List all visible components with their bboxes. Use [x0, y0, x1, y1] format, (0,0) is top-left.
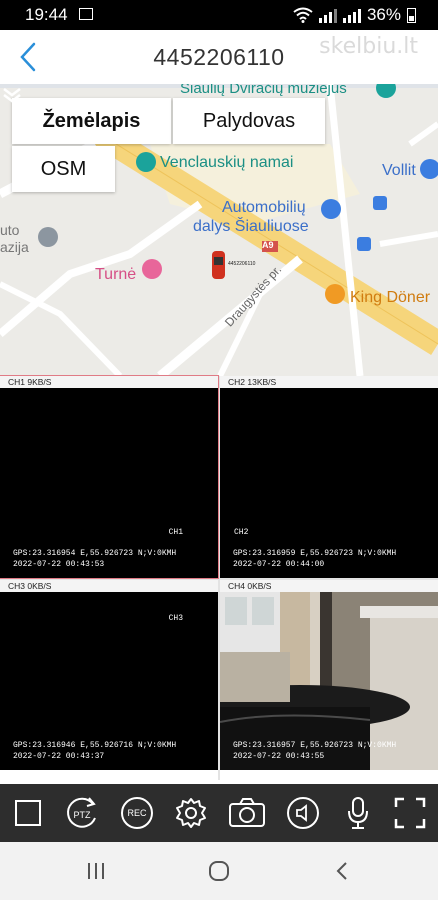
channel-3-header: CH3 0KB/S [0, 580, 218, 592]
record-icon: REC [121, 797, 153, 829]
fullscreen-icon [394, 797, 426, 829]
channel-4-timestamp: 2022-07-22 00:43:55 [233, 752, 325, 761]
settings-button[interactable] [171, 794, 211, 832]
channel-4-screen: GPS:23.316957 E,55.926723 N;V:0KMH 2022-… [220, 592, 438, 770]
channel-1-screen: CH1 GPS:23.316954 E,55.926723 N;V:0KMH 2… [0, 388, 218, 578]
channel-4-header: CH4 0KB/S [220, 580, 438, 592]
channel-2-view[interactable]: CH2 13KB/S CH2 GPS:23.316959 E,55.926723… [220, 376, 438, 578]
channel-3-tag: CH3 [168, 614, 183, 623]
channel-3-timestamp: 2022-07-22 00:43:37 [13, 752, 105, 761]
audio-button[interactable] [283, 794, 323, 832]
single-view-icon [15, 800, 41, 826]
channel-3-screen: CH3 GPS:23.316946 E,55.926716 N;V:0KMH 2… [0, 592, 218, 770]
channel-1-view[interactable]: CH1 9KB/S CH1 GPS:23.316954 E,55.926723 … [0, 375, 219, 579]
poi-king-doner[interactable]: King Döner [350, 289, 430, 307]
channel-2-gps: GPS:23.316959 E,55.926723 N;V:0KMH [233, 549, 397, 558]
poi-partial-uto: uto [0, 222, 20, 238]
video-grid: CH1 9KB/S CH1 GPS:23.316954 E,55.926723 … [0, 375, 438, 780]
rec-label: REC [127, 808, 147, 818]
system-nav-bar [0, 842, 438, 900]
gallery-notification-icon [79, 8, 93, 20]
poi-vollit[interactable]: Vollit [382, 162, 416, 180]
settings-icon [176, 798, 206, 828]
status-bar: 19:44 36% [0, 0, 438, 30]
microphone-button[interactable] [338, 794, 378, 832]
channel-2-header: CH2 13KB/S [220, 376, 438, 388]
ptz-label: PTZ [74, 810, 92, 820]
recent-apps-icon [88, 863, 104, 879]
map-view[interactable]: Šiaulių Dviračių muziejus Venclauskių na… [0, 84, 438, 376]
system-back-button[interactable] [312, 856, 372, 886]
channel-2-screen: CH2 GPS:23.316959 E,55.926723 N;V:0KMH 2… [220, 388, 438, 578]
poi-auto-parts-line1[interactable]: Automobilių [222, 199, 306, 217]
channel-4-view[interactable]: CH4 0KB/S GPS:23.316957 E,55.926723 N;V:… [220, 580, 438, 780]
poi-partial-azija: azija [0, 239, 29, 255]
channel-2-timestamp: 2022-07-22 00:44:00 [233, 560, 325, 569]
collapse-chevron-icon[interactable] [0, 87, 24, 103]
battery-percent: 36% [366, 5, 401, 24]
record-button[interactable]: REC [117, 794, 157, 832]
map-mode-satellite[interactable]: Palydovas [173, 98, 325, 144]
vehicle-marker-icon[interactable] [210, 249, 228, 281]
watermark: skelbiu.lt [319, 34, 418, 59]
home-icon [209, 861, 229, 881]
audio-icon [287, 797, 319, 829]
signal-1-icon [318, 7, 337, 23]
ptz-button[interactable]: PTZ [62, 794, 102, 832]
channel-1-gps: GPS:23.316954 E,55.926723 N;V:0KMH [13, 549, 177, 558]
poi-venclauskiu-namai[interactable]: Venclauskių namai [160, 154, 293, 172]
snapshot-button[interactable] [227, 794, 267, 832]
fullscreen-button[interactable] [390, 794, 430, 832]
channel-1-timestamp: 2022-07-22 00:43:53 [13, 560, 105, 569]
channel-1-header: CH1 9KB/S [0, 376, 218, 388]
microphone-icon [348, 797, 368, 829]
status-right: 36% [293, 5, 416, 25]
road-badge-a9: A9 [262, 240, 274, 250]
channel-1-tag: CH1 [168, 528, 183, 537]
signal-2-icon [342, 7, 361, 23]
poi-auto-parts-line2: dalys Šiauliuose [193, 218, 309, 235]
home-button[interactable] [189, 856, 249, 886]
map-mode-osm[interactable]: OSM [12, 146, 115, 192]
vehicle-label: 4452206110 [228, 261, 256, 267]
recent-apps-button[interactable] [66, 856, 126, 886]
status-time: 19:44 [25, 5, 68, 24]
poi-bicycle-museum[interactable]: Šiaulių Dviračių muziejus [180, 84, 347, 97]
channel-3-gps: GPS:23.316946 E,55.926716 N;V:0KMH [13, 741, 177, 750]
channel-4-gps: GPS:23.316957 E,55.926723 N;V:0KMH [233, 741, 397, 750]
single-view-button[interactable] [8, 794, 48, 832]
wifi-icon [293, 7, 313, 23]
channel-3-view[interactable]: CH3 0KB/S CH3 GPS:23.316946 E,55.926716 … [0, 580, 218, 780]
battery-icon [407, 7, 416, 23]
control-toolbar: PTZ REC [0, 784, 438, 842]
map-mode-map[interactable]: Žemėlapis [12, 98, 171, 144]
back-arrow-icon [336, 862, 347, 880]
ptz-icon: PTZ [67, 797, 96, 828]
channel-2-tag: CH2 [234, 528, 249, 537]
poi-turne[interactable]: Turnė [95, 266, 136, 284]
snapshot-icon [229, 798, 265, 827]
